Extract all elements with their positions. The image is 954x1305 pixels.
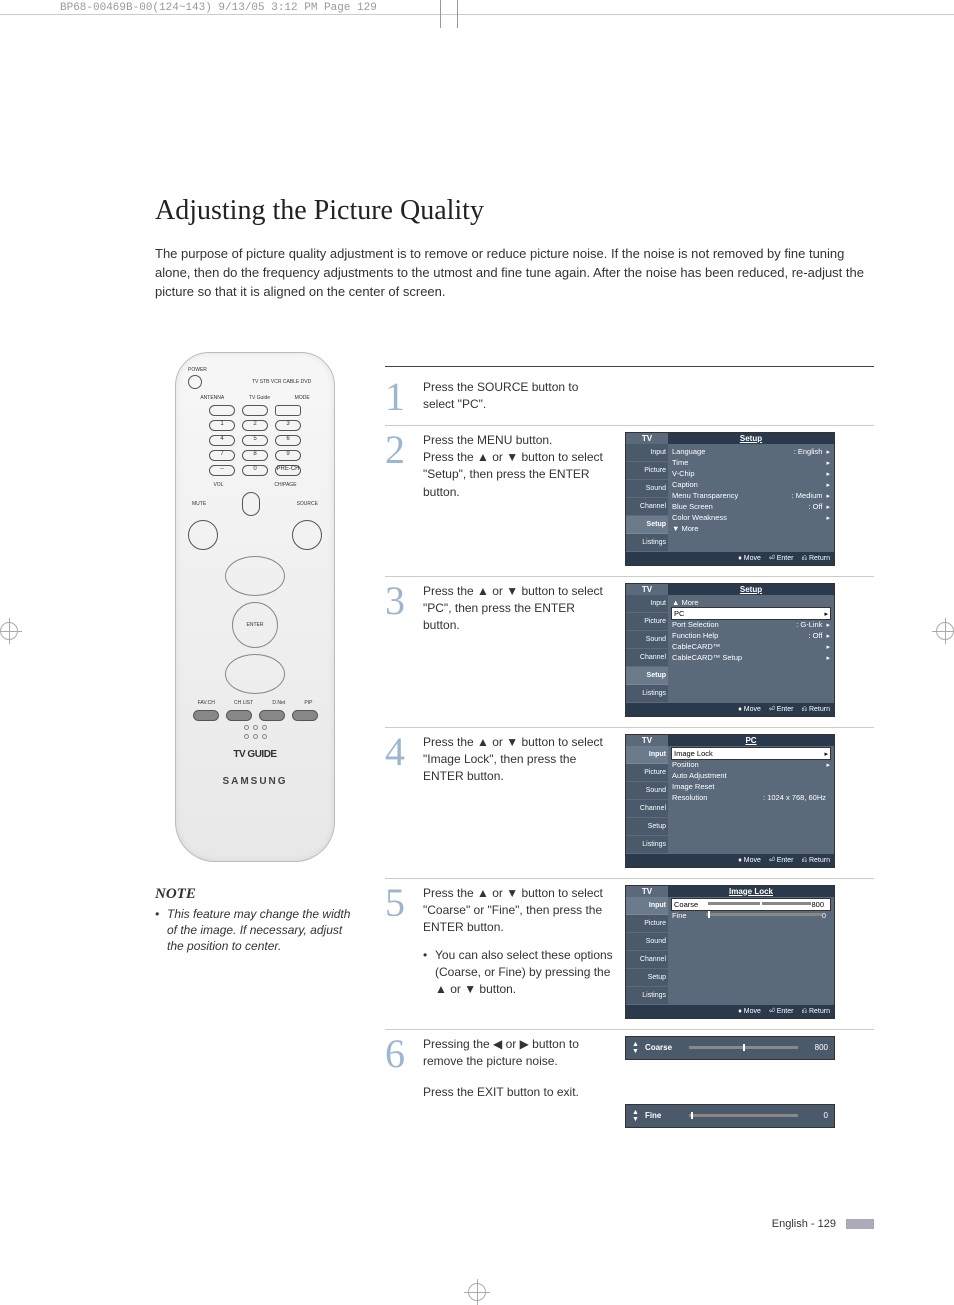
osd-tab: Listings — [626, 685, 668, 703]
osd-tab: Setup — [626, 516, 668, 534]
osd-slider-panel: ▲▼ Coarse 800 — [625, 1036, 835, 1060]
osd-menu-item: CableCARD™ — [672, 641, 830, 652]
osd-menu-item: Fine0 — [672, 910, 830, 921]
power-icon — [188, 375, 202, 389]
osd-tab: Listings — [626, 987, 668, 1005]
osd-tab: Channel — [626, 498, 668, 516]
osd-tab: Setup — [626, 818, 668, 836]
osd-menu-item: Menu Transparency: Medium — [672, 490, 830, 501]
step-instruction: Press the ▲ or ▼ button to select "PC", … — [423, 583, 613, 717]
step-4: 4 Press the ▲ or ▼ button to select "Ima… — [385, 728, 874, 879]
step-3: 3 Press the ▲ or ▼ button to select "PC"… — [385, 577, 874, 728]
page-title: Adjusting the Picture Quality — [155, 195, 874, 227]
osd-screenshot: TVSetup InputPictureSoundChannelSetupLis… — [625, 583, 835, 717]
osd-menu-item: Language: English — [672, 446, 830, 457]
step-number: 2 — [385, 432, 411, 566]
note-body: This feature may change the width of the… — [155, 906, 355, 955]
osd-tab: Setup — [626, 969, 668, 987]
registration-mark-right — [912, 622, 954, 640]
osd-tab: Channel — [626, 800, 668, 818]
osd-tab: Picture — [626, 915, 668, 933]
osd-tab: Input — [626, 595, 668, 613]
registration-mark-left — [0, 622, 42, 640]
osd-tab: Input — [626, 444, 668, 462]
osd-menu-item: Position — [672, 759, 830, 770]
step-instruction: Pressing the ◀ or ▶ button to remove the… — [423, 1036, 613, 1128]
osd-tab: Listings — [626, 836, 668, 854]
osd-menu-item: Caption — [672, 479, 830, 490]
osd-menu-item: Color Weakness — [672, 512, 830, 523]
osd-menu-item: Blue Screen: Off — [672, 501, 830, 512]
osd-tab: Channel — [626, 951, 668, 969]
tvguide-logo: TV GUIDE — [188, 749, 322, 760]
osd-tab: Sound — [626, 480, 668, 498]
osd-tab: Input — [626, 746, 668, 764]
samsung-logo: SAMSUNG — [188, 776, 322, 787]
osd-menu-item: Image Reset — [672, 781, 830, 792]
step-instruction: Press the SOURCE button to select "PC". — [423, 379, 613, 415]
osd-tab: Sound — [626, 933, 668, 951]
osd-screenshot: TVPC InputPictureSoundChannelSetupListin… — [625, 734, 835, 868]
step-instruction: Press the ▲ or ▼ button to select "Image… — [423, 734, 613, 868]
osd-screenshot: TVImage Lock InputPictureSoundChannelSet… — [625, 885, 835, 1019]
osd-menu-item: Port Selection: G-Link — [672, 619, 830, 630]
intro-paragraph: The purpose of picture quality adjustmen… — [155, 245, 874, 302]
osd-tab: Listings — [626, 534, 668, 552]
step-6: 6 Pressing the ◀ or ▶ button to remove t… — [385, 1030, 874, 1138]
osd-tab: Sound — [626, 782, 668, 800]
crop-mark-top — [440, 0, 458, 28]
step-1: 1 Press the SOURCE button to select "PC"… — [385, 373, 874, 426]
osd-tab: Picture — [626, 613, 668, 631]
osd-menu-item: ▼ More — [672, 523, 830, 534]
step-number: 5 — [385, 885, 411, 1019]
osd-tab: Setup — [626, 667, 668, 685]
osd-tab: Input — [626, 897, 668, 915]
osd-menu-item: Auto Adjustment — [672, 770, 830, 781]
step-number: 4 — [385, 734, 411, 868]
osd-tab: Picture — [626, 764, 668, 782]
print-header: BP68-00469B-00(124~143) 9/13/05 3:12 PM … — [0, 0, 954, 15]
osd-menu-item: ▲ More — [672, 597, 830, 608]
osd-screenshot: TVSetup InputPictureSoundChannelSetupLis… — [625, 432, 835, 566]
osd-menu-item: CableCARD™ Setup — [672, 652, 830, 663]
step-number: 3 — [385, 583, 411, 717]
step-5: 5 Press the ▲ or ▼ button to select "Coa… — [385, 879, 874, 1030]
osd-slider-panel: ▲▼ Fine 0 — [625, 1104, 835, 1128]
page-footer: English - 129 — [155, 1218, 874, 1230]
osd-menu-item: V-Chip — [672, 468, 830, 479]
osd-tab: Channel — [626, 649, 668, 667]
osd-menu-item: Resolution: 1024 x 768, 60Hz — [672, 792, 830, 803]
note-heading: NOTE — [155, 886, 355, 903]
registration-mark-bottom — [468, 1283, 486, 1301]
osd-menu-item: Function Help: Off — [672, 630, 830, 641]
osd-menu-item: Time — [672, 457, 830, 468]
step-number: 6 — [385, 1036, 411, 1128]
remote-control-illustration: POWER TV STB VCR CABLE DVD ANTENNATV Gui… — [175, 352, 335, 862]
step-instruction: Press the ▲ or ▼ button to select "Coars… — [423, 885, 613, 1019]
osd-tab: Picture — [626, 462, 668, 480]
step-number: 1 — [385, 379, 411, 415]
osd-tab: Sound — [626, 631, 668, 649]
step-instruction: Press the MENU button.Press the ▲ or ▼ b… — [423, 432, 613, 566]
step-2: 2 Press the MENU button.Press the ▲ or ▼… — [385, 426, 874, 577]
